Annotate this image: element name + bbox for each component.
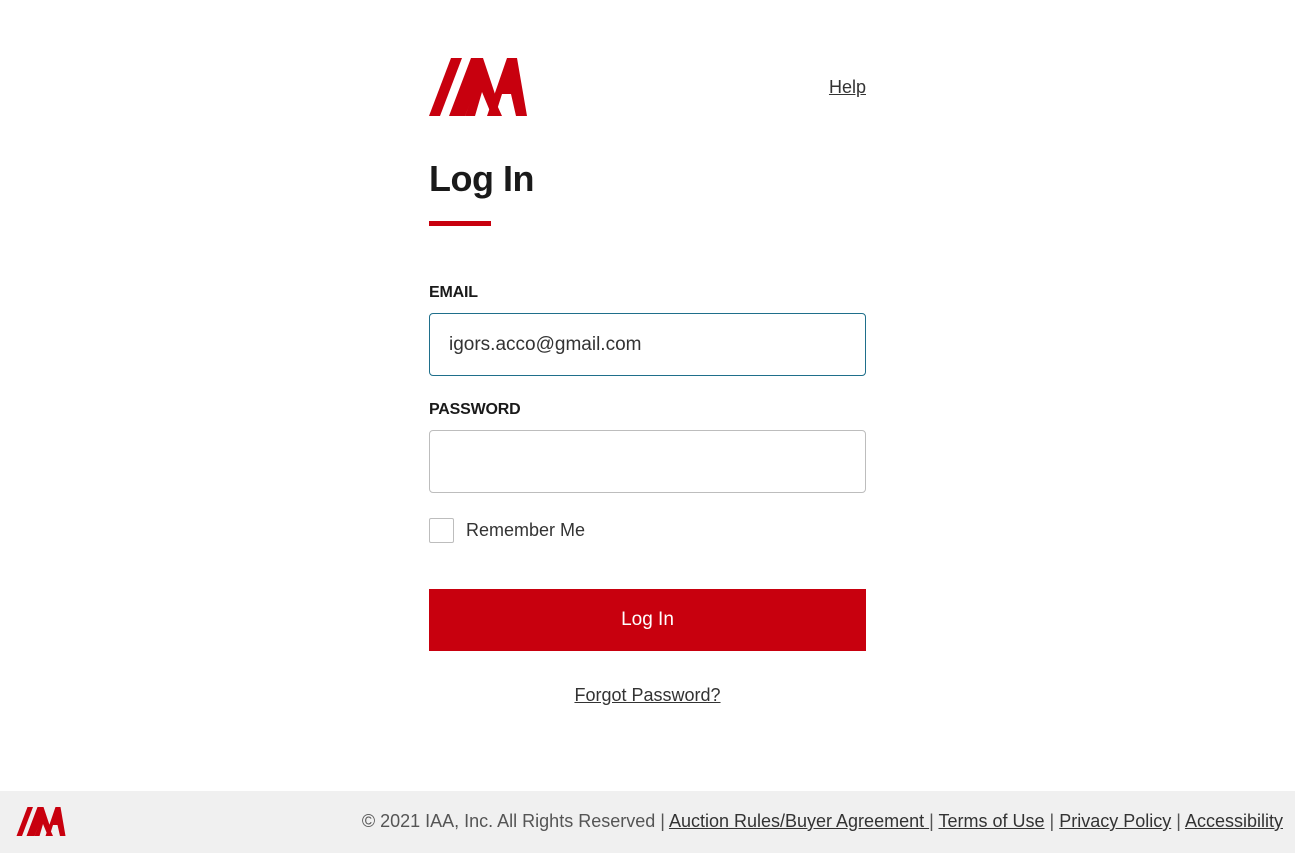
separator: | [660,811,665,831]
terms-of-use-link[interactable]: Terms of Use [938,811,1044,831]
login-button[interactable]: Log In [429,589,866,651]
accessibility-link[interactable]: Accessibility [1185,811,1283,831]
separator: | [1176,811,1181,831]
copyright-text: © 2021 IAA, Inc. All Rights Reserved [361,811,656,831]
help-link[interactable]: Help [829,77,866,98]
page-title: Log In [429,158,534,199]
iaa-logo-small[interactable] [16,807,66,837]
footer-links: © 2021 IAA, Inc. All Rights Reserved | A… [362,811,1283,832]
separator: | [1049,811,1055,831]
forgot-password-link[interactable]: Forgot Password? [429,685,866,706]
email-label: EMAIL [429,284,478,301]
auction-rules-link[interactable]: Auction Rules/Buyer Agreement [669,811,929,831]
email-input[interactable] [429,313,866,376]
remember-me-checkbox[interactable] [429,518,454,543]
separator: | [929,811,934,831]
title-underline [429,221,491,226]
password-input[interactable] [429,430,866,493]
password-label: PASSWORD [429,401,521,418]
privacy-policy-link[interactable]: Privacy Policy [1059,811,1171,831]
remember-me-toggle[interactable]: Remember Me [429,518,585,543]
iaa-logo[interactable] [429,58,527,118]
footer: © 2021 IAA, Inc. All Rights Reserved | A… [0,791,1295,853]
remember-me-label: Remember Me [466,520,586,540]
